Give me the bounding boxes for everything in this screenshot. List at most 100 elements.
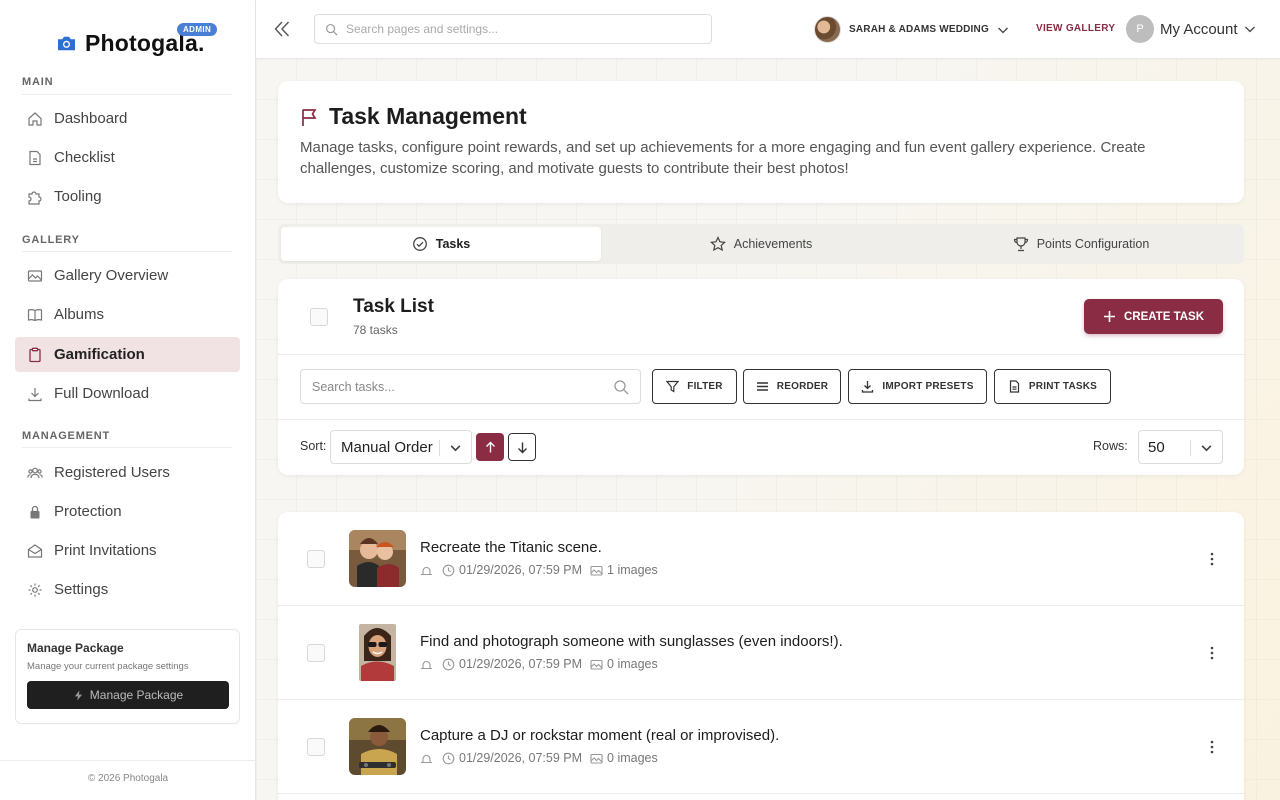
reorder-label: REORDER [776, 381, 829, 392]
reorder-button[interactable]: REORDER [743, 369, 841, 404]
package-subtitle: Manage your current package settings [27, 661, 189, 672]
divider [22, 251, 232, 252]
chevron-down-icon [1201, 445, 1212, 452]
sidebar-item-label: Registered Users [54, 464, 170, 481]
sidebar-item-gallery-overview[interactable]: Gallery Overview [15, 258, 240, 293]
topbar: SARAH & ADAMS WEDDING VIEW GALLERY P My … [256, 0, 1280, 59]
sort-select[interactable]: Manual Order [330, 430, 472, 464]
top-search-input[interactable] [346, 22, 686, 36]
manage-package-button[interactable]: Manage Package [27, 681, 229, 709]
row-checkbox[interactable] [307, 644, 325, 662]
task-search[interactable] [300, 369, 641, 404]
import-presets-button[interactable]: IMPORT PRESETS [848, 369, 987, 404]
tab-label: Tasks [435, 237, 471, 251]
more-options-icon[interactable] [1204, 738, 1220, 756]
sort-ascending-button[interactable] [476, 433, 504, 461]
clock-icon [442, 658, 455, 670]
sidebar-item-registered-users[interactable]: Registered Users [15, 455, 240, 490]
create-task-button[interactable]: CREATE TASK [1084, 299, 1223, 334]
clock-icon [442, 752, 455, 764]
tab-achievements[interactable]: Achievements [601, 227, 921, 261]
view-gallery-link[interactable]: VIEW GALLERY [1036, 23, 1115, 34]
sidebar-item-label: Full Download [54, 385, 150, 402]
list-title: Task List [353, 296, 434, 317]
gallery-selector[interactable]: SARAH & ADAMS WEDDING [814, 16, 1009, 43]
users-icon [27, 467, 43, 478]
sort-value: Manual Order [341, 438, 433, 456]
image-icon [590, 753, 603, 764]
tab-label: Points Configuration [1036, 237, 1150, 251]
row-checkbox[interactable] [307, 550, 325, 568]
gallery-avatar [814, 16, 841, 43]
mail-icon [27, 543, 43, 558]
filter-label: FILTER [687, 381, 723, 392]
task-title: Find and photograph someone with sunglas… [420, 633, 843, 650]
sidebar-item-albums[interactable]: Albums [15, 297, 240, 332]
task-title: Recreate the Titanic scene. [420, 539, 602, 556]
sidebar-item-tooling[interactable]: Tooling [15, 179, 240, 214]
print-tasks-button[interactable]: PRINT TASKS [994, 369, 1111, 404]
rows-per-page-select[interactable]: 50 [1138, 430, 1223, 464]
sidebar-item-label: Tooling [54, 188, 102, 205]
sidebar-item-dashboard[interactable]: Dashboard [15, 101, 240, 136]
task-thumbnail[interactable] [359, 624, 396, 681]
admin-badge: ADMIN [177, 23, 218, 36]
plus-icon [1103, 311, 1115, 322]
task-thumbnail[interactable] [349, 718, 406, 775]
hat-icon [421, 566, 432, 575]
trophy-icon [1013, 237, 1028, 252]
sidebar-item-label: Settings [54, 581, 109, 598]
tab-points-configuration[interactable]: Points Configuration [921, 227, 1241, 261]
check-circle-icon [412, 237, 427, 251]
sidebar-item-full-download[interactable]: Full Download [15, 376, 240, 411]
task-date: 01/29/2026, 07:59 PM [459, 751, 583, 765]
page-title: Task Management [329, 103, 527, 129]
star-icon [709, 236, 726, 252]
top-search[interactable] [314, 14, 712, 44]
divider [22, 94, 232, 95]
clock-icon [442, 564, 455, 576]
image-icon [27, 269, 43, 282]
book-icon [27, 308, 43, 321]
avatar: P [1126, 15, 1154, 43]
row-checkbox[interactable] [307, 738, 325, 756]
tab-tasks[interactable]: Tasks [281, 227, 601, 261]
sidebar-item-label: Gallery Overview [54, 267, 169, 284]
search-icon [325, 23, 338, 35]
table-row[interactable]: Recreate the Titanic scene. 01/29/2026, … [278, 512, 1244, 606]
task-count: 78 tasks [353, 323, 398, 337]
task-meta: 01/29/2026, 07:59 PM 0 images [420, 657, 658, 671]
sidebar-item-gamification[interactable]: Gamification [15, 337, 240, 372]
tasks-table: Recreate the Titanic scene. 01/29/2026, … [278, 512, 1244, 800]
rows-label: Rows: [1093, 439, 1128, 453]
sidebar-item-label: Protection [54, 503, 122, 520]
task-thumbnail[interactable] [349, 530, 406, 587]
table-row[interactable]: Find and photograph someone with sunglas… [278, 606, 1244, 700]
page-description: Manage tasks, configure point rewards, a… [300, 139, 1146, 177]
sidebar-item-checklist[interactable]: Checklist [15, 140, 240, 175]
select-all-checkbox[interactable] [310, 308, 328, 326]
collapse-sidebar-icon[interactable] [274, 20, 290, 38]
divider [278, 354, 1244, 355]
puzzle-icon [28, 190, 42, 205]
task-meta: 01/29/2026, 07:59 PM 0 images [420, 751, 658, 765]
download-icon [862, 381, 874, 393]
menu-icon [756, 382, 768, 391]
more-options-icon[interactable] [1204, 644, 1220, 662]
account-menu[interactable]: P My Account [1126, 15, 1256, 43]
task-image-count: 0 images [607, 751, 658, 765]
manage-package-label: Manage Package [89, 688, 184, 702]
filter-button[interactable]: FILTER [652, 369, 737, 404]
table-row[interactable]: Capture a DJ or rockstar moment (real or… [278, 700, 1244, 794]
image-icon [590, 565, 603, 576]
sidebar-item-settings[interactable]: Settings [15, 572, 240, 607]
sort-descending-button[interactable] [508, 433, 536, 461]
tab-label: Achievements [733, 237, 813, 251]
more-options-icon[interactable] [1204, 550, 1220, 568]
import-presets-label: IMPORT PRESETS [882, 381, 974, 392]
main-content: Task Management Manage tasks, configure … [256, 59, 1280, 800]
sidebar-item-print-invitations[interactable]: Print Invitations [15, 533, 240, 568]
hat-icon [421, 660, 432, 669]
sidebar-item-protection[interactable]: Protection [15, 494, 240, 529]
task-search-input[interactable] [312, 379, 592, 394]
